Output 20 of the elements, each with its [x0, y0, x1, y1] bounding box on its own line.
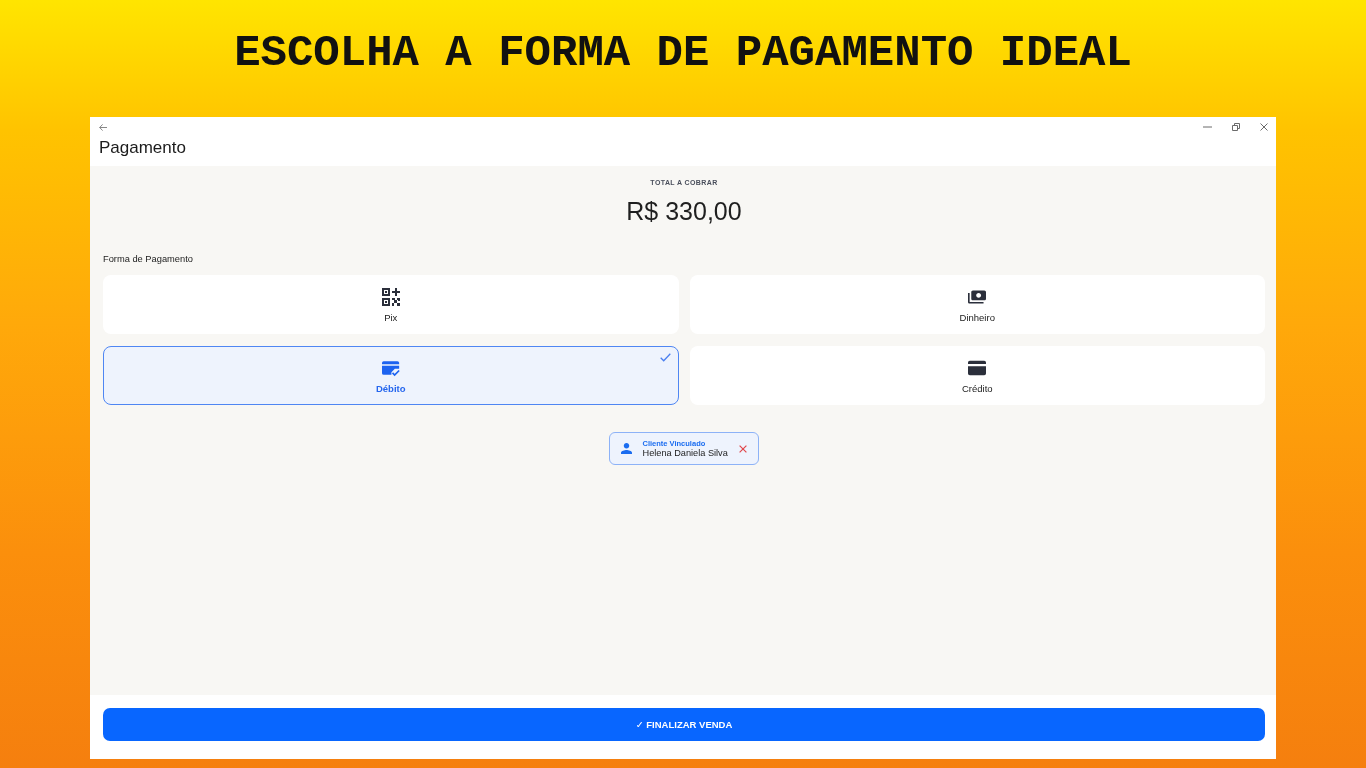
close-icon[interactable]: [1260, 123, 1268, 131]
card-icon: [968, 358, 987, 377]
payment-option[interactable]: Dinheiro: [689, 275, 1265, 334]
payment-option[interactable]: Crédito: [689, 346, 1265, 405]
check-icon: [659, 353, 671, 362]
payment-option[interactable]: Pix: [103, 275, 679, 334]
card-check-icon: [381, 358, 400, 377]
finish-sale-button[interactable]: ✓ FINALIZAR VENDA: [103, 708, 1265, 741]
total-amount: R$ 330,00: [626, 196, 742, 226]
client-name: Helena Daniela Silva: [642, 447, 728, 459]
person-icon: [620, 443, 632, 454]
window-title: Pagamento: [99, 137, 186, 159]
qr-code-icon: [381, 287, 400, 306]
banner-title: ESCOLHA A FORMA DE PAGAMENTO IDEAL: [234, 28, 1132, 78]
banknotes-icon: [968, 287, 987, 306]
restore-icon[interactable]: [1232, 123, 1240, 131]
back-arrow-icon[interactable]: [99, 123, 107, 131]
close-icon[interactable]: [739, 444, 747, 453]
section-label: Forma de Pagamento: [103, 254, 193, 264]
payment-option[interactable]: Débito: [103, 346, 679, 405]
